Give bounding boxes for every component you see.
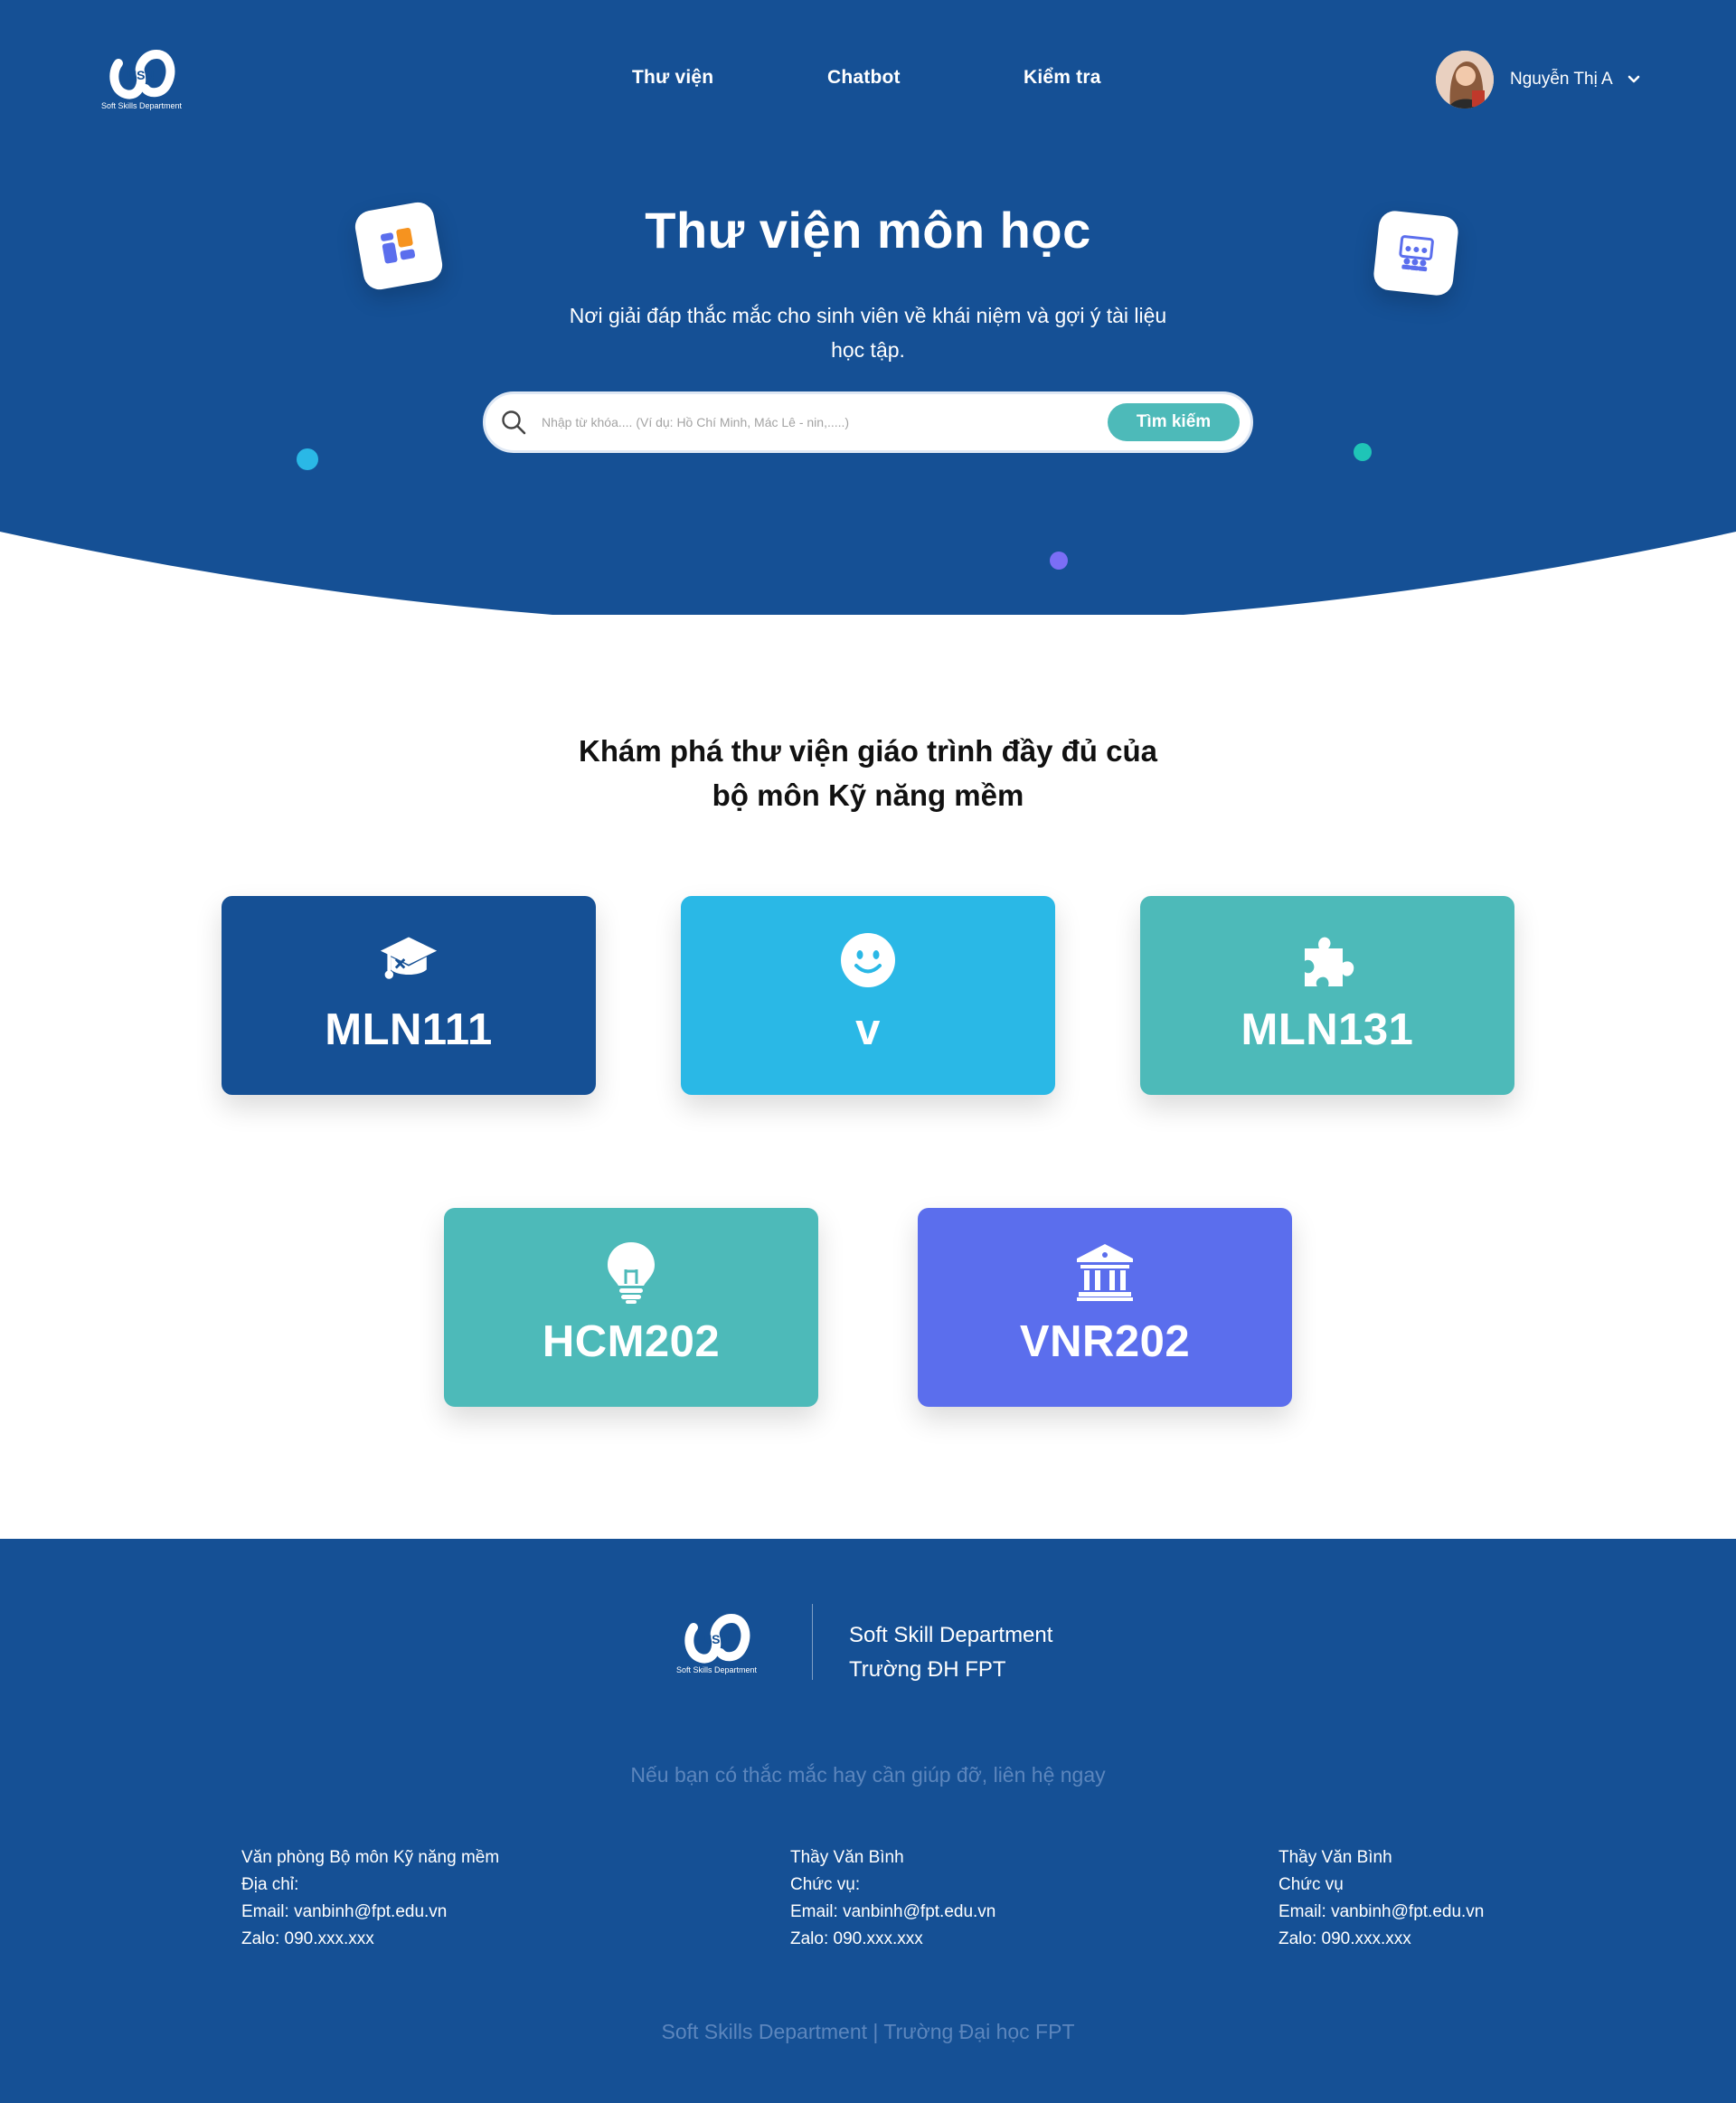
lightbulb-icon	[608, 1242, 655, 1304]
contact-zalo: Zalo: 090.xxx.xxx	[1278, 1929, 1411, 1948]
course-code: HCM202	[542, 1317, 721, 1366]
library-heading: Khám phá thư viện giáo trình đầy đủ của …	[0, 729, 1736, 817]
contact-block: Văn phòng Bộ môn Kỹ năng mềm Địa chỉ: Em…	[241, 1844, 499, 1953]
user-menu[interactable]: Nguyễn Thị A	[1436, 51, 1640, 108]
contact-prompt: Nếu bạn có thắc mắc hay cần giúp đỡ, liê…	[630, 1763, 1106, 1787]
bank-icon	[1077, 1244, 1133, 1301]
smiley-icon	[841, 933, 895, 987]
course-card-vnr202[interactable]: VNR202	[918, 1208, 1292, 1407]
contact-line: Văn phòng Bộ môn Kỹ năng mềm	[241, 1848, 500, 1867]
library-heading-line2: bộ môn Kỹ năng mềm	[712, 778, 1024, 812]
contact-email[interactable]: Email: vanbinh@fpt.edu.vn	[241, 1899, 499, 1926]
footer-divider	[812, 1604, 813, 1680]
footer-organization: Soft Skill Department Trường ĐH FPT	[849, 1618, 1052, 1687]
library-heading-line1: Khám phá thư viện giáo trình đầy đủ của	[579, 734, 1157, 768]
nav-chatbot[interactable]: Chatbot	[827, 67, 901, 89]
contact-line: Chức vụ:	[790, 1875, 861, 1894]
nav-library[interactable]: Thư viện	[632, 67, 713, 89]
svg-text:USN: USN	[127, 68, 155, 82]
logo-text: Soft Skills Department	[676, 1665, 758, 1674]
footer-logo[interactable]: USN Soft Skills Department	[676, 1611, 757, 1674]
search-icon	[502, 410, 526, 435]
page-title: Thư viện môn học	[645, 202, 1091, 259]
logo-mark-icon: USN	[684, 1613, 750, 1664]
nav-quiz[interactable]: Kiểm tra	[1024, 67, 1101, 89]
puzzle-icon	[1305, 937, 1354, 986]
avatar-photo-icon	[1436, 51, 1494, 108]
graduation-cap-icon	[380, 937, 438, 979]
contact-line: Thầy Văn Bình	[790, 1848, 904, 1867]
course-code: MLN111	[325, 1005, 493, 1054]
course-code: MLN131	[1241, 1005, 1414, 1054]
contact-block: Thầy Văn Bình Chức vụ: Email: vanbinh@fp…	[790, 1844, 995, 1953]
org-name: Soft Skill Department	[849, 1623, 1053, 1647]
course-card-mln131[interactable]: MLN131	[1140, 896, 1514, 1095]
course-card-v[interactable]: v	[681, 896, 1055, 1095]
contact-email[interactable]: Email: vanbinh@fpt.edu.vn	[790, 1899, 995, 1926]
svg-text:USN: USN	[703, 1632, 730, 1646]
course-code: VNR202	[1019, 1317, 1191, 1366]
course-code: v	[855, 1005, 881, 1054]
contact-line: Chức vụ	[1278, 1875, 1344, 1894]
search-input[interactable]	[542, 415, 1108, 429]
search-bar: Tìm kiếm	[483, 391, 1253, 453]
footer: USN Soft Skills Department Soft Skill De…	[0, 1539, 1736, 2103]
user-avatar	[1436, 51, 1494, 108]
logo-text: Soft Skills Department	[101, 101, 183, 110]
contact-zalo: Zalo: 090.xxx.xxx	[790, 1929, 923, 1948]
contact-line: Thầy Văn Bình	[1278, 1848, 1392, 1867]
brand-logo[interactable]: USN Soft Skills Department	[101, 47, 182, 110]
page-subtitle: Nơi giải đáp thắc mắc cho sinh viên về k…	[569, 304, 1167, 362]
course-card-mln111[interactable]: MLN111	[222, 896, 596, 1095]
contact-zalo: Zalo: 090.xxx.xxx	[241, 1929, 374, 1948]
chevron-down-icon[interactable]	[1628, 73, 1640, 86]
course-card-hcm202[interactable]: HCM202	[444, 1208, 818, 1407]
logo-mark-icon: USN	[108, 49, 175, 99]
org-school: Trường ĐH FPT	[849, 1657, 1006, 1682]
copyright: Soft Skills Department | Trường Đại học …	[661, 2020, 1075, 2043]
contact-email[interactable]: Email: vanbinh@fpt.edu.vn	[1278, 1899, 1484, 1926]
decor-dot	[1354, 443, 1372, 461]
contact-block: Thầy Văn Bình Chức vụ Email: vanbinh@fpt…	[1278, 1844, 1484, 1953]
user-name: Nguyễn Thị A	[1510, 70, 1613, 89]
contact-line: Địa chỉ:	[241, 1875, 299, 1894]
search-button[interactable]: Tìm kiếm	[1108, 403, 1240, 441]
decor-dot	[1050, 552, 1068, 570]
decor-dot	[297, 448, 318, 470]
